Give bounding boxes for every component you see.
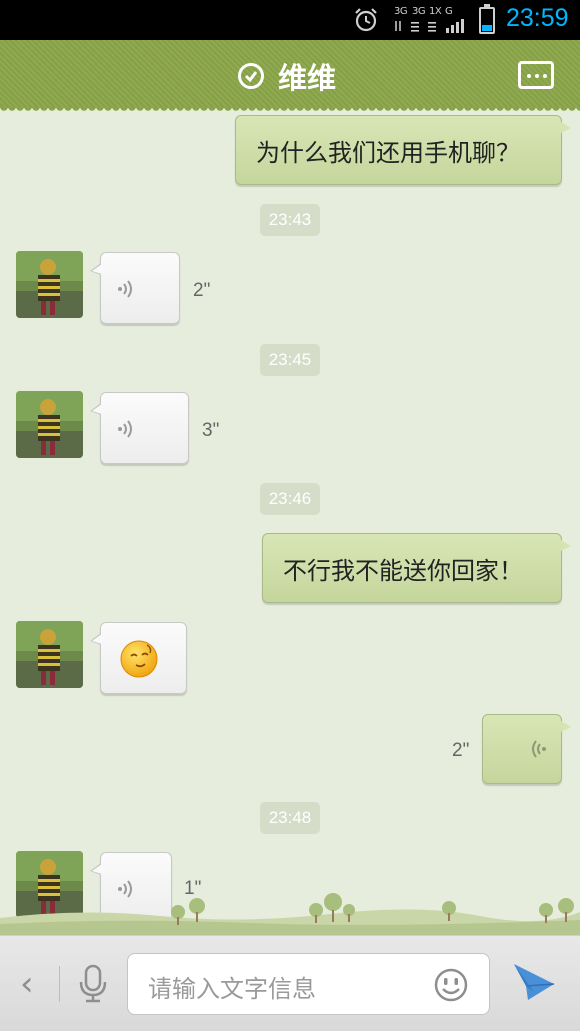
timestamp: 23:45 [260,344,320,376]
voice-duration: 2" [193,280,211,301]
timestamp: 23:43 [260,204,320,236]
message-text: 不行我不能送你回家！ [283,557,523,585]
avatar[interactable] [16,251,83,318]
voice-wave-icon [532,740,546,758]
voice-duration: 2" [452,740,470,761]
check-circle-icon [238,63,264,89]
message-outgoing-voice[interactable] [482,714,571,784]
signal-icon: 3G 3G 1X G [394,6,468,34]
chat-header: 维维 [0,40,580,114]
send-icon[interactable] [512,962,556,1002]
microphone-icon[interactable] [78,964,108,1004]
message-outgoing-text[interactable]: 不行我不能送你回家！ [262,533,571,603]
message-input[interactable]: 请输入文字信息 [127,953,490,1015]
voice-wave-icon [118,420,132,438]
network-label-3g-2: 3G [412,6,426,17]
voice-wave-icon [118,280,132,298]
network-label-1x: 1X [429,6,442,17]
divider [59,966,60,1002]
back-chevron-icon[interactable]: ‹ [20,964,34,1004]
input-bar: ‹ 请输入文字信息 [0,935,580,1031]
voice-duration: 3" [202,420,220,441]
avatar[interactable] [16,391,83,458]
more-dots-icon[interactable] [518,61,554,89]
message-incoming-voice[interactable] [90,252,180,324]
input-placeholder: 请输入文字信息 [148,975,316,1003]
shy-smile-emoji-icon [120,640,158,678]
smiley-icon[interactable] [433,967,469,1003]
contact-name: 维维 [278,61,337,95]
timestamp: 23:48 [260,802,320,834]
message-outgoing-text[interactable]: 为什么我们还用手机聊？ [235,115,571,185]
landscape-decoration [0,893,580,935]
timestamp: 23:46 [260,483,320,515]
network-label-g: G [445,6,453,17]
alarm-icon [355,8,377,32]
status-time: 23:59 [506,4,569,32]
battery-icon [479,4,495,34]
chat-area[interactable]: 为什么我们还用手机聊？ 23:43 2" 23:45 3" 23:46 不行我不… [0,108,580,935]
avatar[interactable] [16,621,83,688]
message-text: 为什么我们还用手机聊？ [256,139,520,167]
network-label-3g: 3G [394,6,408,17]
status-bar: 3G 3G 1X G 23:59 [0,0,580,40]
message-incoming-voice[interactable] [90,392,189,464]
message-incoming-emoji[interactable] [90,622,187,694]
